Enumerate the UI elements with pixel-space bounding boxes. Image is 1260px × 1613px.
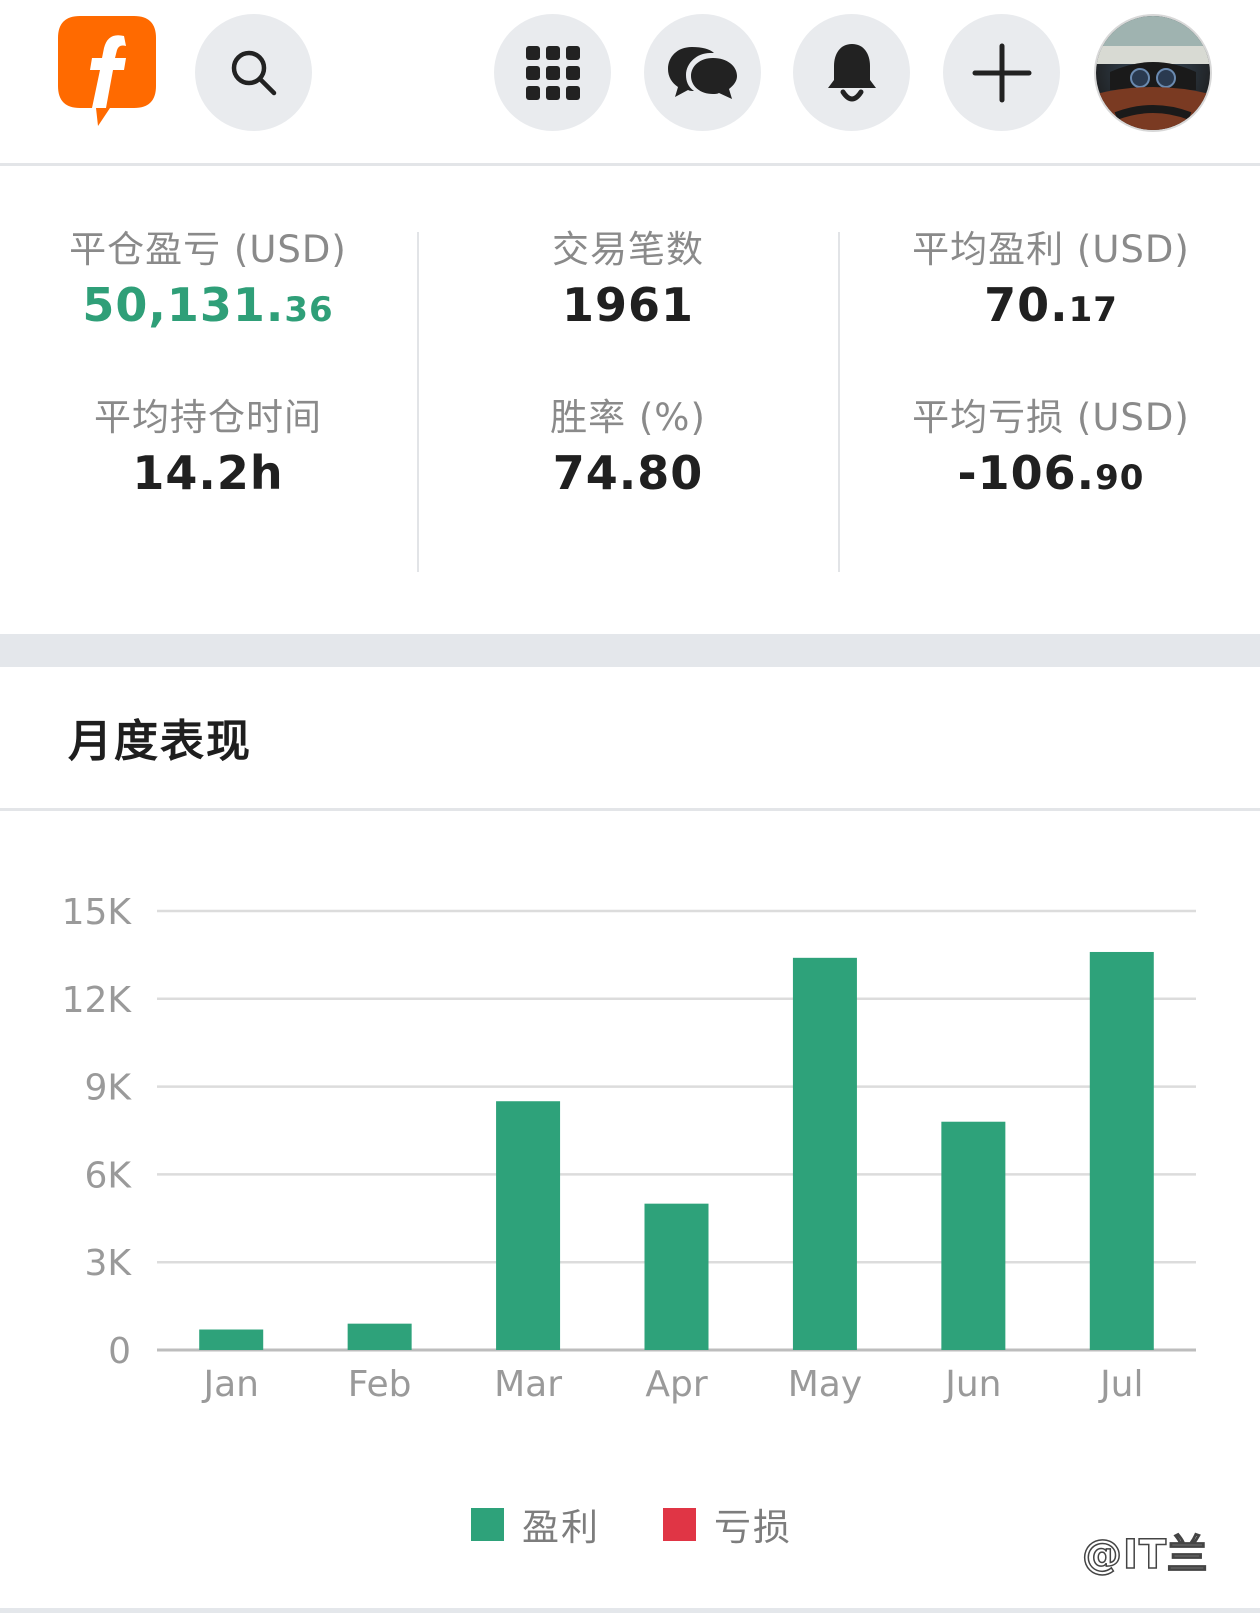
avg-loss-stat: 平均亏损 (USD) -106.90	[851, 394, 1251, 509]
bar-apr	[644, 1203, 709, 1350]
bar-jun	[941, 1121, 1006, 1350]
plus-icon	[972, 43, 1031, 102]
x-tick-label: Jul	[1098, 1364, 1143, 1405]
trade-count-value: 1961	[561, 278, 695, 332]
x-tick-label: May	[788, 1364, 862, 1405]
stats-divider	[417, 232, 419, 572]
y-tick-label: 6K	[84, 1155, 132, 1196]
y-tick-label: 0	[108, 1331, 131, 1372]
y-tick-label: 9K	[84, 1068, 132, 1109]
avg-profit-label: 平均盈利 (USD)	[912, 228, 1190, 271]
monthly-performance-title: 月度表现	[68, 716, 252, 767]
bar-may	[792, 957, 857, 1350]
create-button[interactable]	[943, 14, 1060, 131]
monthly-performance-chart: 0 3K 6K 9K 12K 15K Jan Feb Mar Apr May Jun Jul	[62, 892, 1196, 1405]
x-tick-label: Jun	[943, 1364, 1001, 1405]
bar-jan	[199, 1329, 264, 1350]
avg-profit-value: 70.17	[984, 278, 1118, 332]
bar-mar	[496, 1101, 561, 1350]
search-icon	[231, 50, 276, 95]
avg-loss-label: 平均亏损 (USD)	[912, 396, 1190, 439]
avg-loss-value: -106.90	[957, 446, 1145, 500]
x-tick-label: Feb	[348, 1364, 412, 1405]
avg-profit-stat: 平均盈利 (USD) 70.17	[851, 226, 1251, 341]
legend-profit-label: 盈利	[522, 1506, 600, 1549]
stats-divider	[838, 232, 840, 572]
closed-pnl-value: 50,131.36	[82, 278, 334, 332]
app-logo-icon[interactable]	[58, 16, 156, 128]
bell-icon	[827, 43, 876, 101]
apps-grid-icon	[525, 45, 580, 100]
x-tick-label: Mar	[494, 1364, 562, 1405]
avatar[interactable]	[1094, 14, 1212, 132]
y-tick-label: 12K	[62, 980, 133, 1021]
bar-jul	[1089, 951, 1154, 1350]
chat-icon	[667, 46, 737, 99]
x-tick-label: Jan	[201, 1364, 259, 1405]
notifications-button[interactable]	[793, 14, 910, 131]
win-rate-value: 74.80	[552, 446, 704, 500]
section-divider	[0, 808, 1260, 811]
legend-loss-swatch	[663, 1507, 696, 1541]
avg-hold-time-value: 14.2h	[132, 446, 284, 500]
bottom-divider	[0, 1608, 1260, 1613]
chart-legend: 盈利 亏损	[0, 1497, 1260, 1549]
legend-profit-swatch	[471, 1507, 504, 1541]
closed-pnl-stat: 平仓盈亏 (USD) 50,131.36	[8, 226, 408, 341]
apps-menu-button[interactable]	[494, 14, 611, 131]
y-tick-label: 3K	[84, 1243, 132, 1284]
trade-count-stat: 交易笔数 1961	[428, 226, 828, 336]
legend-loss-label: 亏损	[714, 1506, 792, 1549]
messages-button[interactable]	[644, 14, 761, 131]
search-button[interactable]	[195, 14, 312, 131]
y-tick-label: 15K	[62, 892, 133, 933]
watermark: @IT兰	[1081, 1531, 1209, 1579]
section-separator	[0, 634, 1260, 667]
avg-hold-time-label: 平均持仓时间	[94, 396, 322, 439]
closed-pnl-label: 平仓盈亏 (USD)	[69, 228, 347, 271]
legend-loss[interactable]: 亏损	[663, 1497, 792, 1551]
win-rate-stat: 胜率 (%) 74.80	[428, 394, 828, 504]
trading-stats-panel: 平仓盈亏 (USD) 50,131.36 交易笔数 1961 平均盈利 (USD…	[0, 166, 1260, 632]
top-nav-bar	[0, 0, 1260, 166]
bar-feb	[347, 1323, 412, 1350]
legend-profit[interactable]: 盈利	[471, 1497, 600, 1551]
trade-count-label: 交易笔数	[552, 228, 704, 271]
win-rate-label: 胜率 (%)	[550, 396, 706, 439]
avg-hold-time-stat: 平均持仓时间 14.2h	[8, 394, 408, 504]
x-tick-label: Apr	[645, 1364, 707, 1405]
